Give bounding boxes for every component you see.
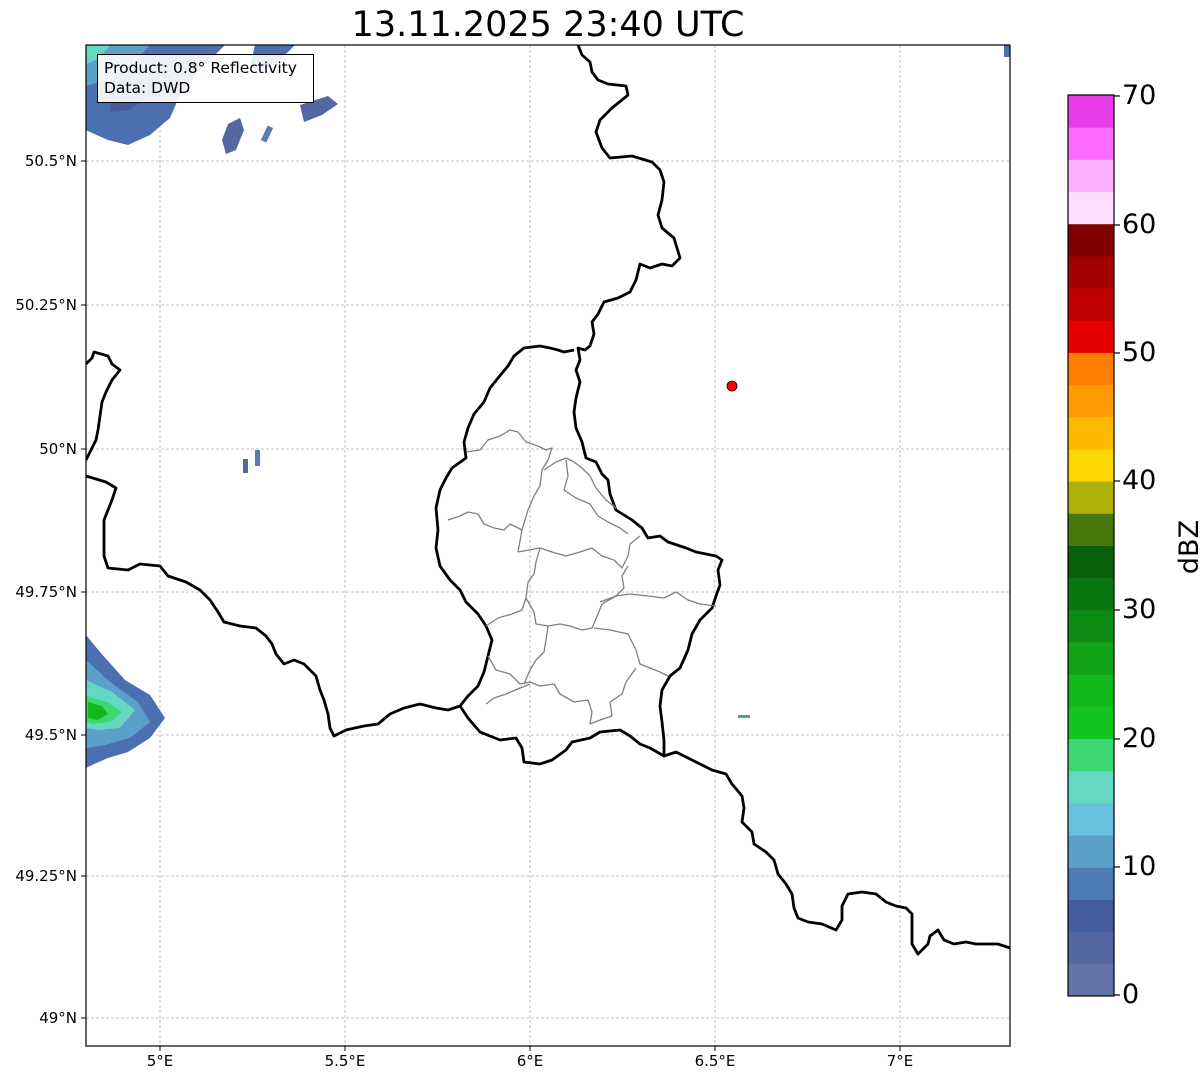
lon-label-5-5: 5.5°E: [324, 1052, 366, 1070]
colorbar-label-40: 40: [1122, 465, 1157, 496]
lat-label-49: 49°N: [39, 1009, 77, 1027]
colorbar-label-70: 70: [1122, 80, 1157, 111]
colorbar-segment: [1068, 706, 1114, 740]
lon-label-6: 6°E: [516, 1052, 544, 1070]
colorbar-ticks: [1114, 95, 1120, 996]
radar-echo-west: [86, 635, 165, 768]
location-marker: [726, 380, 738, 392]
product-label: Product: 0.8° Reflectivity: [104, 59, 297, 77]
colorbar-segment: [1068, 288, 1114, 321]
colorbar-segment: [1068, 545, 1114, 579]
colorbar-segment: [1068, 255, 1114, 289]
colorbar-segment: [1068, 931, 1114, 965]
colorbar-segment: [1068, 674, 1114, 707]
country-borders: [86, 45, 1010, 956]
colorbar-segment: [1068, 127, 1114, 160]
colorbar-segment: [1068, 191, 1114, 225]
colorbar-segment: [1068, 416, 1114, 450]
colorbar-segment: [1068, 963, 1114, 997]
colorbar-segment: [1068, 384, 1114, 418]
colorbar-segment: [1068, 577, 1114, 611]
radar-map: [81, 44, 1120, 1051]
colorbar-segment: [1068, 867, 1114, 900]
colorbar-label-50: 50: [1122, 337, 1157, 368]
colorbar-segment: [1068, 609, 1114, 643]
lat-label-49-75: 49.75°N: [15, 583, 77, 601]
colorbar-segment: [1068, 481, 1114, 514]
colorbar-segment: [1068, 835, 1114, 868]
lat-label-49-25: 49.25°N: [15, 867, 77, 885]
colorbar-segment: [1068, 802, 1114, 836]
radar-echo-small: [243, 450, 750, 718]
colorbar-segment: [1068, 159, 1114, 193]
colorbar-segment: [1068, 95, 1114, 128]
lon-label-6-5: 6.5°E: [694, 1052, 736, 1070]
colorbar-segment: [1068, 320, 1114, 353]
colorbar-title: dBZ: [1174, 519, 1202, 575]
colorbar-label-10: 10: [1122, 851, 1157, 882]
colorbar-label-20: 20: [1122, 723, 1157, 754]
lon-label-7: 7°E: [886, 1052, 914, 1070]
map-frame: [85, 44, 1011, 1047]
map-gridlines: [86, 45, 1010, 1046]
colorbar-segment: [1068, 448, 1114, 482]
colorbar-segment: [1068, 770, 1114, 804]
colorbar-label-0: 0: [1122, 979, 1140, 1010]
admin-borders: [447, 429, 717, 725]
colorbar-segment: [1068, 223, 1114, 257]
colorbar-label-30: 30: [1122, 594, 1157, 625]
colorbar-segment: [1068, 352, 1114, 386]
colorbar-segment: [1068, 642, 1114, 675]
data-source-label: Data: DWD: [104, 79, 191, 97]
lon-label-5: 5°E: [146, 1052, 174, 1070]
lat-label-50-5: 50.5°N: [24, 152, 77, 170]
colorbar-segment: [1068, 738, 1114, 772]
axis-ticks: [81, 160, 901, 1051]
lat-label-49-5: 49.5°N: [24, 726, 77, 744]
product-info-box: Product: 0.8° Reflectivity Data: DWD: [97, 54, 314, 103]
lat-label-50-25: 50.25°N: [15, 296, 77, 314]
colorbar-segment: [1068, 513, 1114, 546]
colorbar: [1068, 95, 1114, 997]
colorbar-segment: [1068, 899, 1114, 933]
lat-label-50: 50°N: [39, 440, 77, 458]
colorbar-label-60: 60: [1122, 209, 1157, 240]
